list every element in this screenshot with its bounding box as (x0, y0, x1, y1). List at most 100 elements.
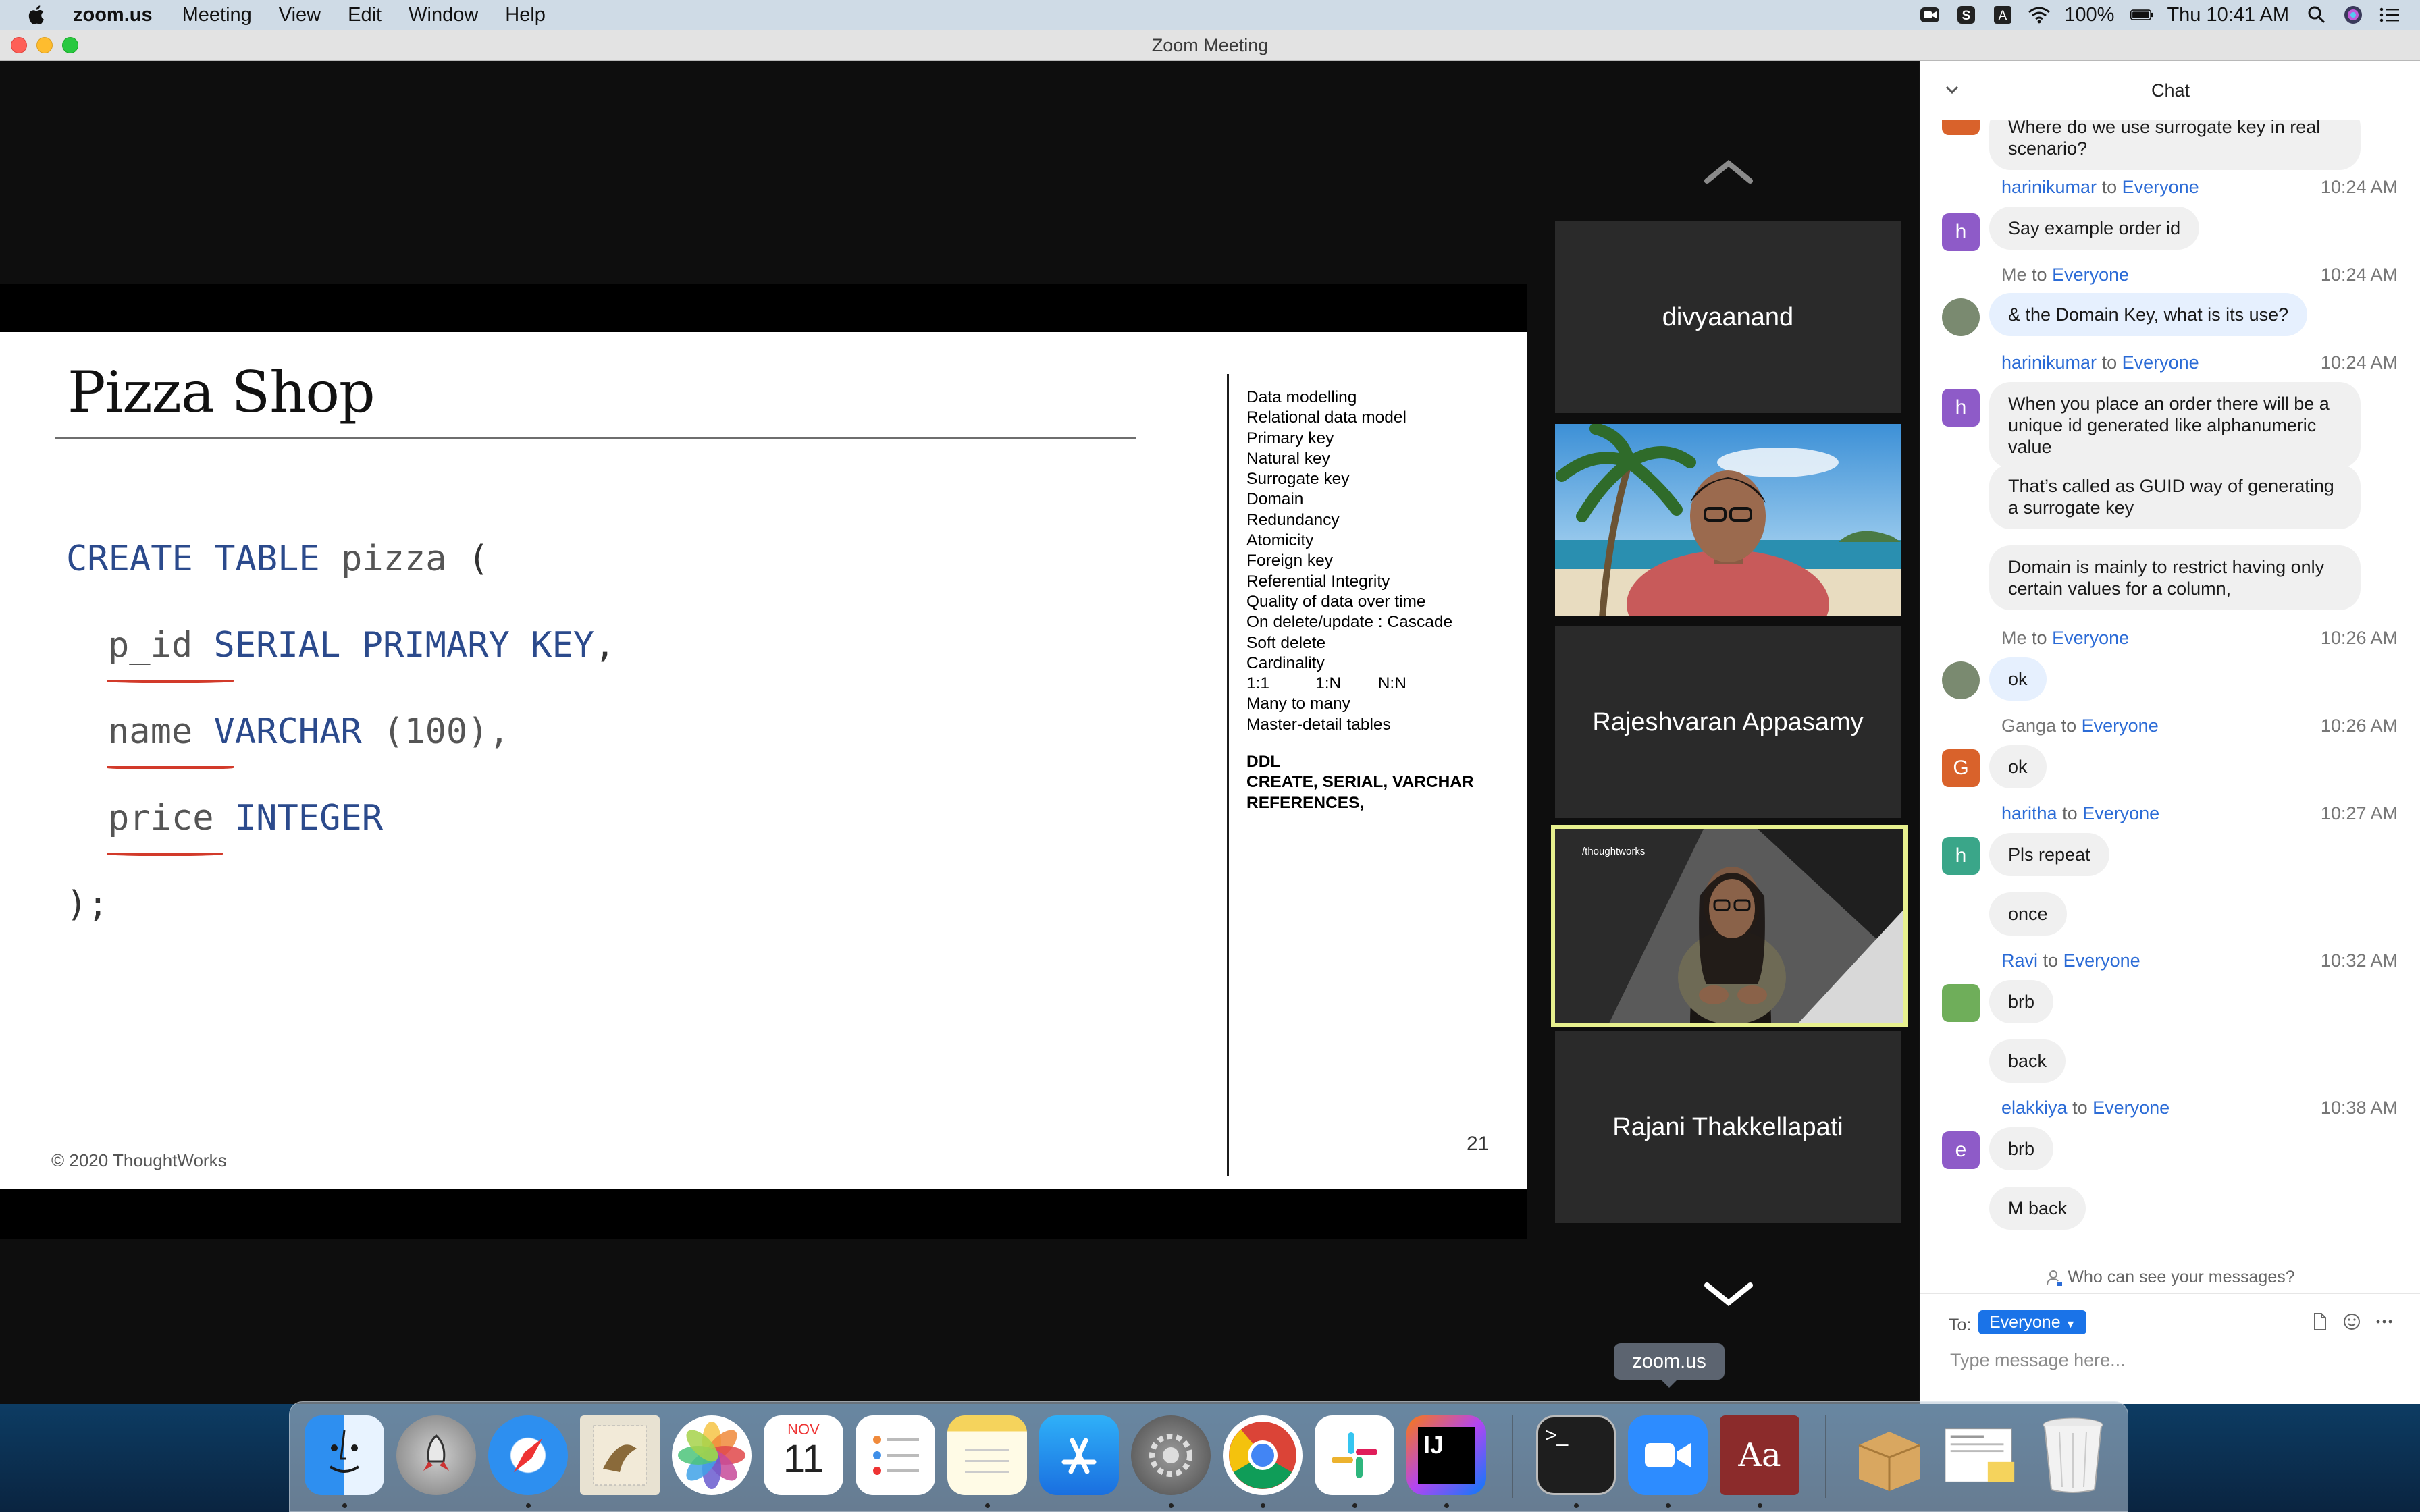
message-sender[interactable]: harinikumar (2001, 177, 2097, 197)
menu-meeting[interactable]: Meeting (182, 4, 252, 26)
message-recipient[interactable]: Everyone (2082, 716, 2159, 736)
chat-bubble[interactable]: brb (1989, 980, 2054, 1023)
chat-bubble[interactable]: Where do we use surrogate key in real sc… (1989, 120, 2361, 170)
topic-item: Relational data model (1246, 408, 1406, 427)
chat-bubble[interactable]: That’s called as GUID way of generating … (1989, 464, 2361, 529)
chat-bubble[interactable]: & the Domain Key, what is its use? (1989, 293, 2308, 336)
window-titlebar[interactable]: Zoom Meeting (0, 30, 2420, 61)
menu-help[interactable]: Help (505, 4, 546, 26)
slack-icon[interactable] (1315, 1415, 1394, 1495)
chat-bubble[interactable]: When you place an order there will be a … (1989, 382, 2361, 468)
ddl-item: REFERENCES, (1246, 793, 1365, 812)
message-recipient[interactable]: Everyone (2082, 803, 2159, 824)
mail-stamp-icon[interactable] (580, 1415, 660, 1495)
message-recipient[interactable]: Everyone (2063, 950, 2140, 971)
notification-center-icon[interactable] (2378, 5, 2401, 25)
participant-tile[interactable]: Rajani Thakkellapati (1555, 1031, 1901, 1223)
message-recipient[interactable]: Everyone (2122, 177, 2199, 197)
gallery-scroll-up-icon[interactable] (1704, 158, 1753, 185)
code-line-create: CREATE TABLE pizza ( (66, 539, 489, 579)
zoom-status-icon[interactable] (1918, 5, 1941, 25)
battery-icon[interactable] (2130, 5, 2153, 25)
system-preferences-icon[interactable] (1131, 1415, 1211, 1495)
skype-status-icon[interactable]: S (1955, 5, 1978, 25)
code-type-varchar: VARCHAR (213, 711, 362, 752)
terminal-icon[interactable]: >_ (1536, 1415, 1616, 1495)
photos-icon[interactable] (672, 1415, 752, 1495)
input-source-icon[interactable]: A (1991, 5, 2014, 25)
chat-bubble[interactable]: brb (1989, 1127, 2054, 1170)
message-recipient[interactable]: Everyone (2122, 352, 2199, 373)
siri-icon[interactable] (2342, 5, 2365, 25)
message-header: haritha to Everyone (2001, 803, 2159, 824)
running-indicator (1666, 1503, 1671, 1508)
topic-item: Domain (1246, 490, 1304, 509)
wifi-icon[interactable] (2028, 5, 2051, 25)
active-speaker-video-tile[interactable]: /thoughtworks (1551, 825, 1908, 1027)
chat-bubble[interactable]: Pls repeat (1989, 833, 2109, 876)
menu-clock[interactable]: Thu 10:41 AM (2167, 4, 2289, 26)
zoom-dock-icon[interactable] (1628, 1415, 1708, 1495)
running-indicator (1444, 1503, 1449, 1508)
apple-icon[interactable] (26, 3, 49, 26)
message-recipient[interactable]: Everyone (2093, 1098, 2169, 1118)
message-sender[interactable]: haritha (2001, 803, 2057, 824)
message-header: Ganga to Everyone (2001, 716, 2159, 736)
chevron-down-icon[interactable] (1945, 82, 1959, 97)
message-sender[interactable]: Ravi (2001, 950, 2038, 971)
intellij-icon[interactable]: IJ (1406, 1415, 1486, 1495)
topic-item: 1:1 1:N N:N (1246, 674, 1406, 693)
spotlight-search-icon[interactable] (2305, 5, 2328, 25)
window-minimize-button[interactable] (36, 37, 53, 53)
window-close-button[interactable] (11, 37, 27, 53)
chat-bubble[interactable]: Domain is mainly to restrict having only… (1989, 545, 2361, 610)
menu-app-name[interactable]: zoom.us (73, 4, 153, 26)
privacy-note[interactable]: Who can see your messages? (1920, 1268, 2420, 1287)
finder-icon[interactable] (305, 1415, 384, 1495)
participant-tile[interactable]: Rajeshvaran Appasamy (1555, 626, 1901, 818)
chat-bubble[interactable]: ok (1989, 745, 2047, 788)
chat-bubble[interactable]: Say example order id (1989, 207, 2200, 250)
chat-bubble[interactable]: back (1989, 1040, 2066, 1083)
message-sender[interactable]: harinikumar (2001, 352, 2097, 373)
participant-tile[interactable]: divyaanand (1555, 221, 1901, 413)
code-type-serial-pk: SERIAL PRIMARY KEY (213, 625, 595, 666)
message-sender[interactable]: elakkiya (2001, 1098, 2068, 1118)
code-comma: , (594, 625, 616, 666)
window-zoom-button[interactable] (62, 37, 78, 53)
dock-separator (1512, 1415, 1513, 1498)
safari-icon[interactable] (488, 1415, 568, 1495)
app-store-icon[interactable] (1039, 1415, 1119, 1495)
notes-icon[interactable] (947, 1415, 1027, 1495)
chat-message-input[interactable] (1949, 1345, 2381, 1375)
chat-bubble[interactable]: ok (1989, 657, 2047, 701)
reminders-icon[interactable] (856, 1415, 935, 1495)
topic-item: Primary key (1246, 429, 1334, 448)
menu-view[interactable]: View (279, 4, 321, 26)
chat-bubble[interactable]: M back (1989, 1187, 2086, 1230)
launchpad-icon[interactable] (396, 1415, 476, 1495)
message-sender[interactable]: Ganga (2001, 716, 2056, 736)
documents-stack-icon[interactable] (1941, 1415, 2021, 1495)
dictionary-icon[interactable]: Aa (1720, 1415, 1799, 1495)
privacy-note-text[interactable]: Who can see your messages? (2068, 1268, 2294, 1287)
participant-video-tile[interactable] (1555, 424, 1901, 616)
file-attach-icon[interactable] (2309, 1312, 2330, 1332)
avatar: h (1942, 389, 1980, 427)
chrome-icon[interactable] (1223, 1415, 1303, 1495)
trash-icon[interactable] (2033, 1415, 2113, 1495)
my-avatar (1942, 298, 1980, 336)
menu-edit[interactable]: Edit (348, 4, 382, 26)
downloads-box-icon[interactable] (1849, 1415, 1929, 1495)
message-recipient[interactable]: Everyone (2052, 628, 2129, 648)
topic-item: Surrogate key (1246, 470, 1350, 489)
calendar-icon[interactable]: NOV 11 (764, 1415, 843, 1495)
gallery-scroll-down-icon[interactable] (1704, 1281, 1753, 1308)
message-recipient[interactable]: Everyone (2052, 265, 2129, 285)
chat-bubble[interactable]: once (1989, 892, 2067, 936)
emoji-icon[interactable] (2342, 1312, 2362, 1332)
recipient-dropdown[interactable]: Everyone ▼ (1978, 1310, 2087, 1334)
menu-window[interactable]: Window (409, 4, 478, 26)
more-options-icon[interactable] (2374, 1312, 2394, 1332)
chat-message-list[interactable]: Where do we use surrogate key in real sc… (1920, 120, 2420, 1268)
